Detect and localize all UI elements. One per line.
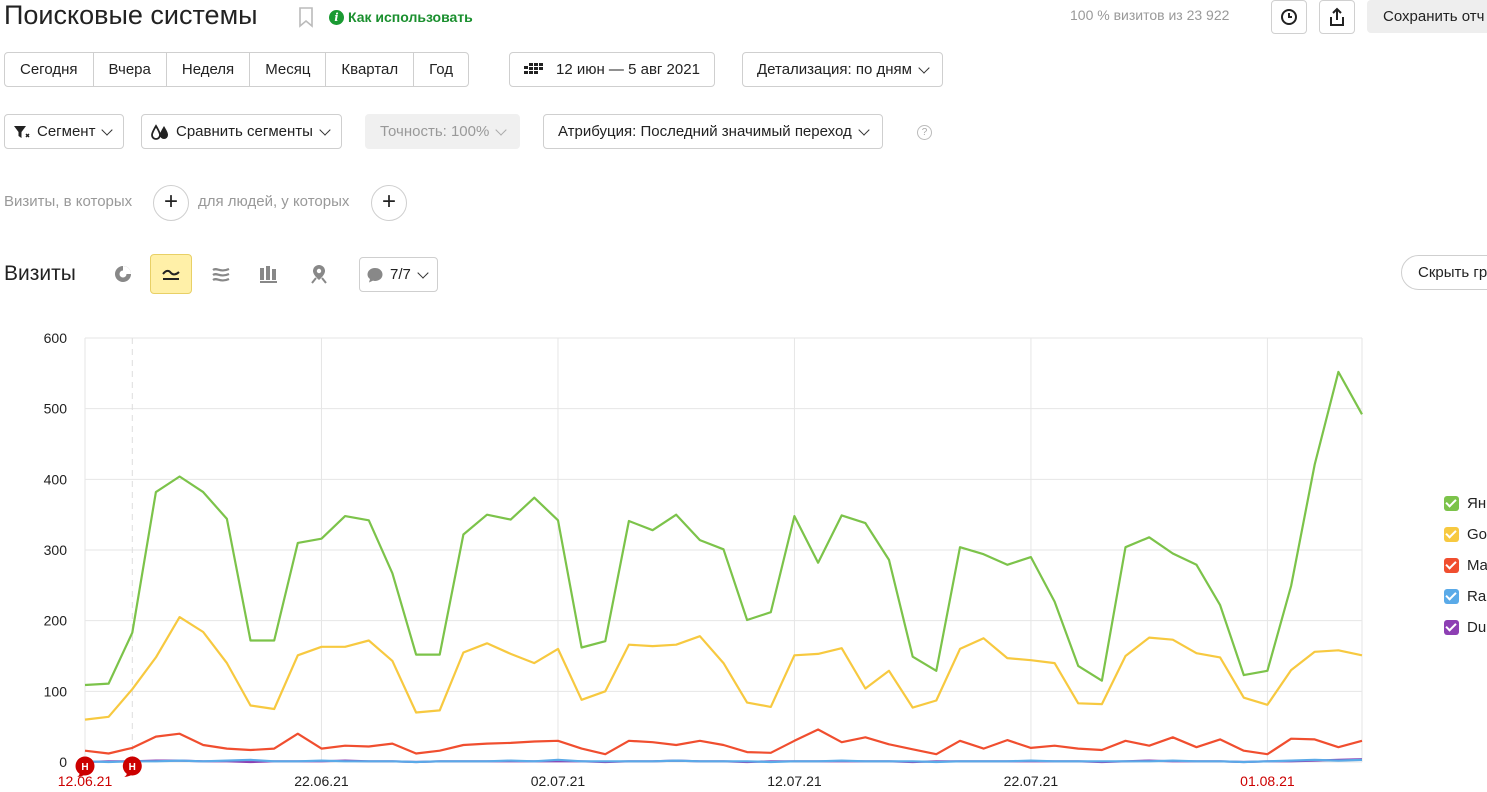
visits-share: 100 % визитов из 23 922 — [1070, 7, 1230, 23]
y-tick-label: 100 — [44, 683, 68, 699]
save-report-button[interactable]: Сохранить отч — [1367, 0, 1487, 33]
comment-icon — [367, 267, 383, 282]
y-tick-label: 0 — [59, 754, 67, 770]
bookmark-icon[interactable] — [298, 6, 314, 28]
series-line — [84, 758, 1363, 764]
legend-item[interactable]: Ян — [1444, 494, 1486, 512]
x-tick-label: 22.07.21 — [1004, 773, 1059, 789]
y-tick-label: 500 — [44, 401, 68, 417]
checkbox-icon[interactable] — [1444, 557, 1459, 573]
holiday-marker-label: Н — [81, 762, 88, 773]
view-area-button[interactable] — [200, 254, 242, 294]
drops-icon — [151, 123, 168, 140]
chevron-down-icon — [858, 123, 870, 136]
period-week[interactable]: Неделя — [167, 53, 251, 86]
x-tick-label: 02.07.21 — [531, 773, 586, 789]
checkbox-icon[interactable] — [1444, 526, 1459, 542]
legend-label: Ra — [1467, 587, 1487, 605]
view-pie-button[interactable] — [102, 254, 144, 294]
legend-item[interactable]: Go — [1444, 525, 1487, 543]
segment-label: Сегмент — [37, 123, 96, 140]
detail-label: Детализация: по дням — [757, 61, 912, 78]
chart-title: Визиты — [4, 262, 76, 285]
legend-label: Du — [1467, 618, 1487, 636]
period-selector: Сегодня Вчера Неделя Месяц Квартал Год — [4, 52, 470, 87]
date-range-button[interactable]: 12 июн — 5 авг 2021 — [509, 52, 715, 87]
annotations-dropdown[interactable]: 7/7 — [359, 257, 438, 292]
legend-label: Go — [1467, 525, 1487, 543]
chevron-down-icon — [319, 123, 331, 136]
attribution-dropdown[interactable]: Атрибуция: Последний значимый переход — [543, 114, 883, 149]
chevron-down-icon — [417, 266, 429, 279]
export-button[interactable] — [1319, 0, 1355, 34]
view-map-button[interactable] — [298, 254, 340, 294]
y-tick-label: 400 — [44, 471, 68, 487]
clock-icon — [1281, 9, 1297, 25]
annotations-count: 7/7 — [390, 266, 411, 283]
calendar-icon — [524, 62, 543, 74]
series-line — [84, 728, 1363, 756]
compare-segments-dropdown[interactable]: Сравнить сегменты — [141, 114, 342, 149]
y-tick-label: 200 — [44, 613, 68, 629]
pie-chart-icon — [115, 266, 131, 282]
date-range-label: 12 июн — 5 авг 2021 — [556, 61, 700, 78]
segment-dropdown[interactable]: Сегмент — [4, 114, 125, 149]
attribution-label: Атрибуция: Последний значимый переход — [558, 123, 852, 140]
compare-label: Сравнить сегменты — [176, 123, 313, 140]
view-line-button[interactable] — [150, 254, 192, 294]
share-icon — [1330, 7, 1344, 26]
area-chart-icon — [212, 267, 230, 282]
legend-label: Ян — [1467, 494, 1487, 512]
filter-icon — [14, 125, 30, 138]
period-month[interactable]: Месяц — [250, 53, 327, 86]
hide-chart-button[interactable]: Скрыть гр — [1401, 255, 1487, 290]
period-yesterday[interactable]: Вчера — [94, 53, 167, 86]
chevron-down-icon — [101, 123, 114, 136]
info-icon: i — [329, 9, 344, 25]
y-tick-label: 300 — [44, 542, 68, 558]
legend-item[interactable]: Ma — [1444, 556, 1487, 574]
y-tick-label: 600 — [44, 330, 68, 346]
legend-label: Ma — [1467, 556, 1487, 574]
view-bar-button[interactable] — [248, 254, 290, 294]
visits-condition-label: Визиты, в которых — [4, 193, 133, 210]
line-chart-icon — [162, 269, 180, 280]
checkbox-icon[interactable] — [1444, 495, 1459, 511]
x-tick-label: 01.08.21 — [1240, 773, 1295, 789]
help-icon[interactable]: ? — [917, 125, 932, 140]
legend-item[interactable]: Ra — [1444, 587, 1486, 605]
howto-label: Как использовать — [348, 9, 473, 25]
bar-chart-icon — [260, 266, 277, 283]
map-pin-icon — [311, 265, 327, 284]
visits-line-chart: 010020030040050060012.06.21 22.06.21 02.07… — [44, 330, 1363, 789]
chevron-down-icon — [495, 123, 508, 136]
howto-link[interactable]: i Как использовать — [329, 9, 473, 25]
checkbox-icon[interactable] — [1444, 588, 1459, 604]
detail-dropdown[interactable]: Детализация: по дням — [742, 52, 943, 87]
people-condition-label: для людей, у которых — [198, 193, 350, 210]
checkbox-icon[interactable] — [1444, 619, 1459, 635]
history-button[interactable] — [1271, 0, 1307, 34]
add-people-condition-button[interactable]: + — [371, 185, 407, 221]
x-tick-label: 12.07.21 — [767, 773, 822, 789]
page-title: Поисковые системы — [4, 0, 258, 30]
x-tick-label: 22.06.21 — [294, 773, 349, 789]
legend-item[interactable]: Du — [1444, 618, 1486, 636]
period-today[interactable]: Сегодня — [5, 53, 94, 86]
chevron-down-icon — [918, 61, 930, 74]
period-year[interactable]: Год — [414, 53, 468, 86]
accuracy-label: Точность: 100% — [380, 123, 490, 140]
period-quarter[interactable]: Квартал — [326, 53, 415, 86]
holiday-marker-label: Н — [129, 762, 136, 773]
series-line — [84, 370, 1363, 687]
accuracy-dropdown[interactable]: Точность: 100% — [365, 114, 521, 149]
add-visit-condition-button[interactable]: + — [153, 185, 189, 221]
